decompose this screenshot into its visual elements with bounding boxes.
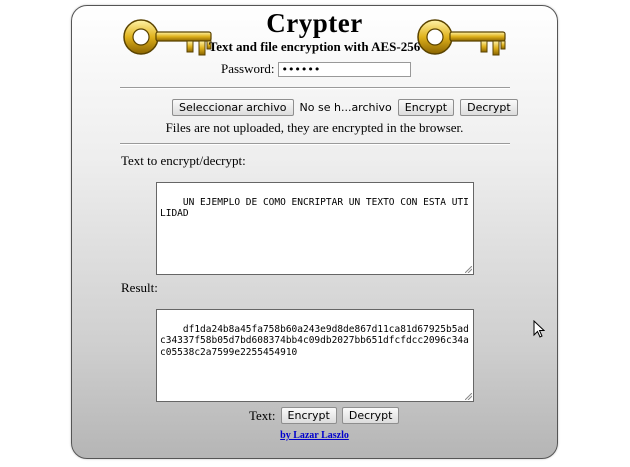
result-textarea[interactable]: df1da24b8a45fa758b60a243e9d8de867d11ca81…: [156, 309, 474, 402]
input-textarea[interactable]: UN EJEMPLO DE COMO ENCRIPTAR UN TEXTO CO…: [156, 182, 474, 275]
text-encrypt-button[interactable]: Encrypt: [280, 407, 337, 424]
input-text: UN EJEMPLO DE COMO ENCRIPTAR UN TEXTO CO…: [160, 196, 469, 220]
crypter-panel: Crypter Text and file encryption with AE…: [71, 5, 558, 459]
author-link[interactable]: by Lazar Laszlo: [280, 430, 349, 441]
password-label: Password:: [221, 61, 275, 76]
file-note: Files are not uploaded, they are encrypt…: [165, 120, 464, 135]
file-row: Seleccionar archivo No se h...archivo En…: [172, 99, 518, 116]
text-decrypt-button[interactable]: Decrypt: [341, 407, 400, 424]
password-row: Password: ••••••: [221, 61, 412, 77]
result-label: Result:: [121, 280, 158, 295]
select-file-button[interactable]: Seleccionar archivo: [172, 99, 294, 116]
resize-grip-icon[interactable]: [465, 393, 472, 400]
text-actions-label: Text:: [249, 407, 276, 423]
divider: [120, 143, 510, 145]
input-label: Text to encrypt/decrypt:: [121, 153, 246, 168]
file-encrypt-button[interactable]: Encrypt: [397, 99, 455, 116]
password-input[interactable]: ••••••: [278, 61, 412, 77]
app-title: Crypter: [266, 8, 363, 38]
mouse-pointer-icon: [533, 320, 545, 338]
divider: [120, 87, 510, 89]
file-status: No se h...archivo: [299, 101, 392, 114]
author-footer: by Lazar Laszlo: [72, 430, 557, 441]
resize-grip-icon[interactable]: [465, 266, 472, 273]
file-decrypt-button[interactable]: Decrypt: [460, 99, 518, 116]
result-text: df1da24b8a45fa758b60a243e9d8de867d11ca81…: [160, 323, 469, 358]
app-subtitle: Text and file encryption with AES-256: [208, 39, 421, 54]
text-actions-row: Text: Encrypt Decrypt: [249, 407, 400, 424]
